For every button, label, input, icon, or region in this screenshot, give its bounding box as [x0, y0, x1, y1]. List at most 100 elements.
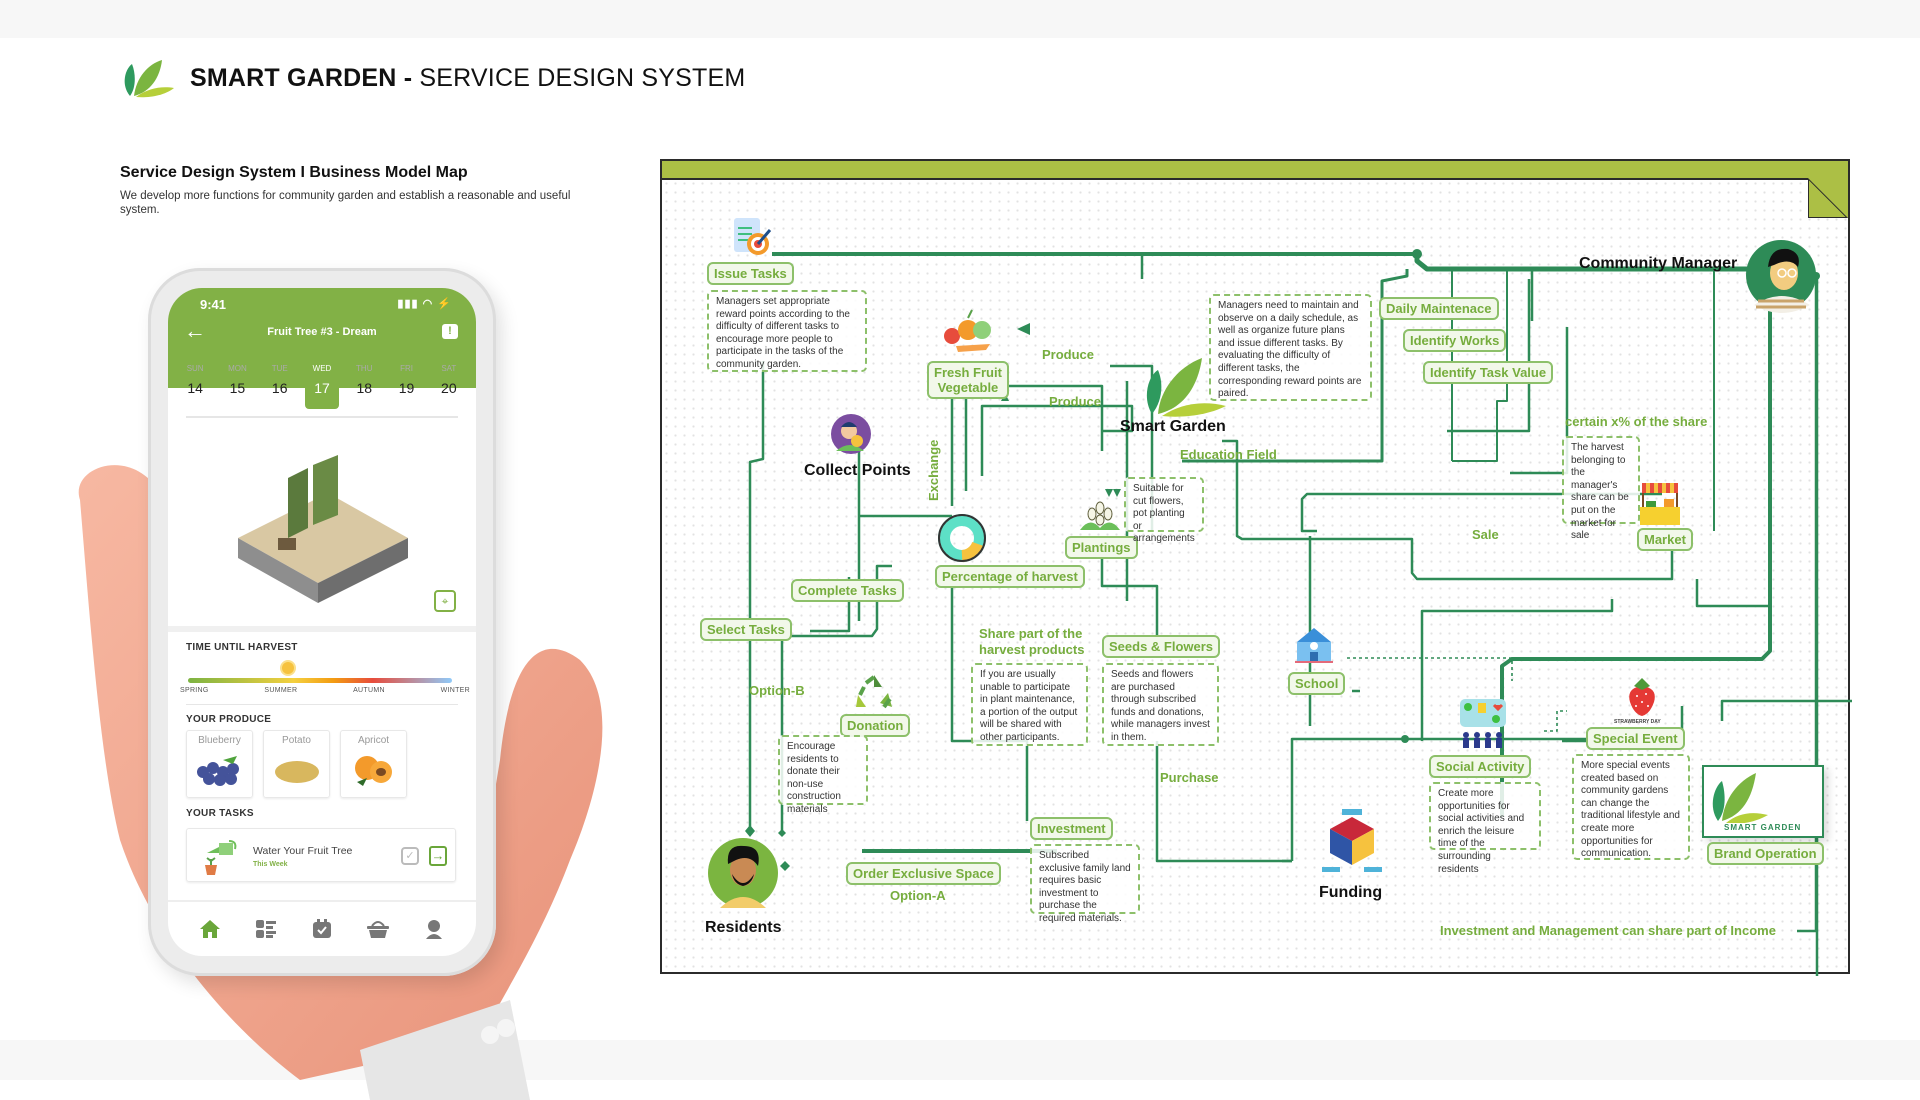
day-sun[interactable]: SUN 14 [178, 356, 212, 409]
node-community-manager: Community Manager [1579, 255, 1738, 272]
tag-issue-tasks[interactable]: Issue Tasks [707, 262, 794, 285]
season-summer: SUMMER [264, 687, 298, 694]
brand-title-rest: SERVICE DESIGN SYSTEM [412, 63, 746, 92]
tag-line: Fresh Fruit [934, 365, 1002, 380]
strawberry-icon [1629, 678, 1655, 716]
note-seeds-flowers: Seeds and flowers are purchased through … [1102, 663, 1219, 746]
day-date: 16 [271, 380, 288, 396]
tag-market[interactable]: Market [1637, 528, 1693, 551]
tab-basket[interactable] [366, 918, 390, 940]
node-funding: Funding [1319, 884, 1383, 901]
tab-home[interactable] [198, 918, 222, 940]
produce-name: Blueberry [198, 735, 241, 746]
watering-can-icon [205, 840, 237, 875]
day-date: 18 [356, 380, 373, 396]
garden-plot-isometric-image [238, 455, 408, 603]
arrow-produce [1017, 323, 1030, 335]
tag-school[interactable]: School [1288, 672, 1346, 695]
produce-list: Blueberry Potato Apricot [186, 730, 407, 798]
day-mon[interactable]: MON 15 [220, 356, 254, 409]
produce-card-potato[interactable]: Potato [263, 730, 330, 798]
status-icons: ▮▮▮ ◠ ⚡ [397, 298, 452, 310]
location-button[interactable]: ⌖ [434, 590, 456, 612]
label-produce-1: Produce [1042, 347, 1095, 362]
tab-list[interactable] [254, 918, 278, 940]
tag-daily-maintenance[interactable]: Daily Maintenace [1379, 297, 1499, 320]
business-model-map: Issue Tasks Managers set appropriate rew… [660, 159, 1852, 976]
apricot-image [354, 756, 392, 786]
calendar-check-icon [313, 919, 331, 938]
produce-card-blueberry[interactable]: Blueberry [186, 730, 253, 798]
day-sat[interactable]: SAT 20 [432, 356, 466, 409]
divider [186, 704, 458, 705]
brand-leaf-icon [1712, 773, 1768, 823]
tag-investment[interactable]: Investment [1030, 817, 1113, 840]
label-line: harvest products [979, 642, 1085, 657]
note-daily-maintenance: Managers need to maintain and observe on… [1209, 294, 1372, 401]
school-building-icon [1295, 628, 1333, 663]
tag-plantings[interactable]: Plantings [1065, 536, 1138, 559]
week-selector: SUN 14 MON 15 TUE 16 WED 17 THU 18 FRI 19 SAT 2… [168, 356, 476, 409]
label-option-b: Option-B [749, 683, 805, 698]
day-thu[interactable]: THU 18 [347, 356, 381, 409]
tag-seeds-flowers[interactable]: Seeds & Flowers [1102, 635, 1221, 658]
tag-select-tasks[interactable]: Select Tasks [700, 618, 792, 641]
potato-image [274, 761, 319, 783]
tag-fresh-fruit-vegetable[interactable]: Fresh Fruit Vegetable [927, 361, 1009, 399]
tag-social-activity[interactable]: Social Activity [1429, 755, 1532, 778]
task-when: This Week [253, 861, 288, 868]
section-title: Service Design System I Business Model M… [120, 164, 468, 181]
day-fri[interactable]: FRI 19 [390, 356, 424, 409]
tag-donation[interactable]: Donation [840, 714, 911, 737]
season-winter: WINTER [440, 687, 470, 694]
label-sale: Sale [1472, 527, 1499, 542]
task-title: Water Your Fruit Tree [253, 845, 353, 857]
phone-title: Fruit Tree #3 - Dream [267, 326, 377, 338]
note-special-event: More special events created based on com… [1572, 754, 1690, 860]
task-open-icon[interactable]: → [429, 846, 447, 866]
alert-message-icon[interactable]: ! [442, 324, 458, 339]
note-plantings: Suitable for cut flowers, pot planting o… [1124, 477, 1204, 544]
tag-percentage-of-harvest[interactable]: Percentage of harvest [935, 565, 1085, 588]
season-spring: SPRING [180, 687, 209, 694]
profile-icon [426, 920, 442, 939]
day-name: FRI [400, 364, 413, 373]
tag-identify-works[interactable]: Identify Works [1403, 329, 1507, 352]
day-date: 14 [187, 380, 203, 396]
tab-profile[interactable] [422, 918, 446, 940]
harvest-progress-bar [188, 678, 452, 683]
top-band [0, 0, 1920, 38]
day-wed-selected[interactable]: WED 17 [304, 356, 339, 409]
tag-brand-operation[interactable]: Brand Operation [1707, 842, 1824, 865]
day-date: 17 [314, 380, 330, 396]
node-residents: Residents [705, 919, 782, 936]
label-income-share: Investment and Management can share part… [1440, 923, 1776, 938]
tag-order-exclusive-space[interactable]: Order Exclusive Space [846, 862, 1001, 885]
day-tue[interactable]: TUE 16 [263, 356, 297, 409]
label-share-harvest: Share part of the harvest products [979, 626, 1084, 658]
label-education-field: Education Field [1180, 447, 1277, 462]
season-autumn: AUTUMN [353, 687, 385, 694]
label-produce-2: Produce [1049, 394, 1102, 409]
label-purchase: Purchase [1160, 770, 1219, 785]
produce-card-apricot[interactable]: Apricot [340, 730, 407, 798]
recycle-icon [856, 675, 892, 709]
tab-bar [168, 900, 476, 956]
flower-plant-icon [1080, 501, 1120, 530]
note-market: The harvest belonging to the manager's s… [1562, 436, 1640, 541]
residents-avatar [708, 838, 778, 908]
tag-special-event[interactable]: Special Event [1586, 727, 1685, 750]
tag-complete-tasks[interactable]: Complete Tasks [791, 579, 904, 602]
collect-points-avatar [831, 414, 871, 454]
task-card[interactable]: Water Your Fruit Tree This Week ✓ → [186, 828, 456, 882]
list-icon [256, 920, 276, 938]
task-target-icon [734, 218, 772, 255]
community-manager-avatar [1746, 240, 1816, 313]
day-name: WED [312, 364, 332, 373]
task-checkbox[interactable]: ✓ [401, 847, 419, 865]
section-separator [168, 626, 476, 632]
tag-identify-task-value[interactable]: Identify Task Value [1423, 361, 1554, 384]
produce-name: Potato [282, 735, 311, 746]
tab-calendar[interactable] [310, 918, 334, 940]
fruit-vegetable-icon [944, 309, 991, 352]
